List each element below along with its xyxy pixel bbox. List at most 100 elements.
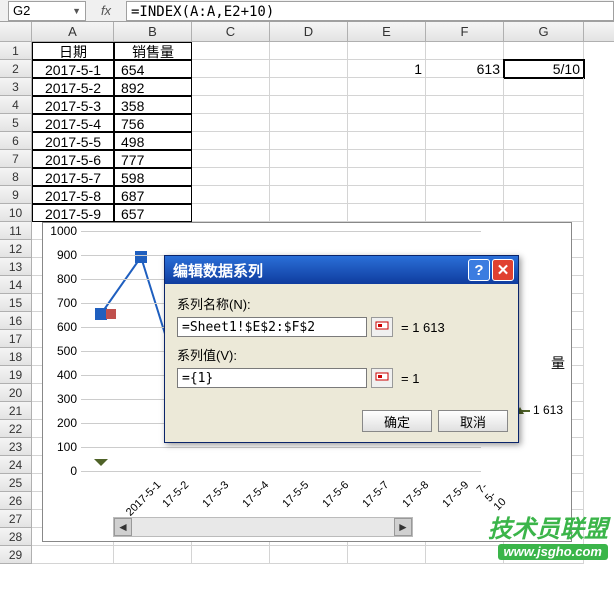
row-header[interactable]: 5 — [0, 114, 32, 132]
formula-input[interactable]: =INDEX(A:A,E2+10) — [126, 1, 614, 21]
cell-A5[interactable]: 2017-5-4 — [32, 114, 114, 132]
cell-F2[interactable]: 613 — [426, 60, 504, 78]
cell-A29[interactable] — [32, 546, 114, 564]
series-values-ref-button[interactable] — [371, 368, 393, 388]
cell-F7[interactable] — [426, 150, 504, 168]
fx-label[interactable]: fx — [86, 3, 126, 18]
chart-scrollbar[interactable]: ◄ ► — [113, 517, 413, 537]
cell-A1[interactable]: 日期 — [32, 42, 114, 60]
cell-A9[interactable]: 2017-5-8 — [32, 186, 114, 204]
dialog-help-button[interactable]: ? — [468, 259, 490, 281]
row-header[interactable]: 3 — [0, 78, 32, 96]
series-name-ref-button[interactable] — [371, 317, 393, 337]
dialog-titlebar[interactable]: 编辑数据系列 ? ✕ — [165, 256, 518, 284]
cell-G9[interactable] — [504, 186, 584, 204]
cell-F3[interactable] — [426, 78, 504, 96]
row-header[interactable]: 13 — [0, 258, 32, 276]
scroll-right-button[interactable]: ► — [394, 518, 412, 536]
row-header[interactable]: 19 — [0, 366, 32, 384]
cell-D3[interactable] — [270, 78, 348, 96]
cell-A8[interactable]: 2017-5-7 — [32, 168, 114, 186]
cell-D1[interactable] — [270, 42, 348, 60]
cell-D10[interactable] — [270, 204, 348, 222]
cell-E8[interactable] — [348, 168, 426, 186]
row-header[interactable]: 6 — [0, 132, 32, 150]
cell-B2[interactable]: 654 — [114, 60, 192, 78]
select-all-corner[interactable] — [0, 22, 32, 41]
col-header-D[interactable]: D — [270, 22, 348, 41]
cell-F10[interactable] — [426, 204, 504, 222]
cell-B4[interactable]: 358 — [114, 96, 192, 114]
row-header[interactable]: 23 — [0, 438, 32, 456]
cell-G8[interactable] — [504, 168, 584, 186]
row-header[interactable]: 26 — [0, 492, 32, 510]
cell-F8[interactable] — [426, 168, 504, 186]
col-header-C[interactable]: C — [192, 22, 270, 41]
cell-D6[interactable] — [270, 132, 348, 150]
cell-A3[interactable]: 2017-5-2 — [32, 78, 114, 96]
cell-C29[interactable] — [192, 546, 270, 564]
row-header[interactable]: 22 — [0, 420, 32, 438]
cell-F1[interactable] — [426, 42, 504, 60]
row-header[interactable]: 20 — [0, 384, 32, 402]
cell-G1[interactable] — [504, 42, 584, 60]
cell-G7[interactable] — [504, 150, 584, 168]
cell-B9[interactable]: 687 — [114, 186, 192, 204]
cell-C5[interactable] — [192, 114, 270, 132]
cell-E7[interactable] — [348, 150, 426, 168]
row-header[interactable]: 10 — [0, 204, 32, 222]
cell-B29[interactable] — [114, 546, 192, 564]
cell-D2[interactable] — [270, 60, 348, 78]
cell-D8[interactable] — [270, 168, 348, 186]
cell-A2[interactable]: 2017-5-1 — [32, 60, 114, 78]
row-header[interactable]: 28 — [0, 528, 32, 546]
series-name-input[interactable] — [177, 317, 367, 337]
cell-C9[interactable] — [192, 186, 270, 204]
cell-C6[interactable] — [192, 132, 270, 150]
row-header[interactable]: 1 — [0, 42, 32, 60]
cell-C1[interactable] — [192, 42, 270, 60]
row-header[interactable]: 8 — [0, 168, 32, 186]
cell-A7[interactable]: 2017-5-6 — [32, 150, 114, 168]
name-box[interactable]: G2 ▼ — [8, 1, 86, 21]
cell-D29[interactable] — [270, 546, 348, 564]
row-header[interactable]: 15 — [0, 294, 32, 312]
cell-B1[interactable]: 销售量 — [114, 42, 192, 60]
cell-B10[interactable]: 657 — [114, 204, 192, 222]
cell-C4[interactable] — [192, 96, 270, 114]
cell-G3[interactable] — [504, 78, 584, 96]
cell-C2[interactable] — [192, 60, 270, 78]
cell-C3[interactable] — [192, 78, 270, 96]
row-header[interactable]: 9 — [0, 186, 32, 204]
cell-E29[interactable] — [348, 546, 426, 564]
cell-C7[interactable] — [192, 150, 270, 168]
cell-B3[interactable]: 892 — [114, 78, 192, 96]
cell-D5[interactable] — [270, 114, 348, 132]
row-header[interactable]: 2 — [0, 60, 32, 78]
cell-E4[interactable] — [348, 96, 426, 114]
col-header-F[interactable]: F — [426, 22, 504, 41]
col-header-E[interactable]: E — [348, 22, 426, 41]
row-header[interactable]: 17 — [0, 330, 32, 348]
cell-E9[interactable] — [348, 186, 426, 204]
row-header[interactable]: 14 — [0, 276, 32, 294]
cell-E2[interactable]: 1 — [348, 60, 426, 78]
cell-B8[interactable]: 598 — [114, 168, 192, 186]
cell-G2[interactable]: 5/10 — [504, 60, 584, 78]
cell-A10[interactable]: 2017-5-9 — [32, 204, 114, 222]
cell-C8[interactable] — [192, 168, 270, 186]
row-header[interactable]: 7 — [0, 150, 32, 168]
cell-G4[interactable] — [504, 96, 584, 114]
cell-A6[interactable]: 2017-5-5 — [32, 132, 114, 150]
cancel-button[interactable]: 取消 — [438, 410, 508, 432]
row-header[interactable]: 21 — [0, 402, 32, 420]
cell-F6[interactable] — [426, 132, 504, 150]
name-box-dropdown-icon[interactable]: ▼ — [72, 6, 81, 16]
col-header-B[interactable]: B — [114, 22, 192, 41]
col-header-G[interactable]: G — [504, 22, 584, 41]
row-header[interactable]: 29 — [0, 546, 32, 564]
cell-F9[interactable] — [426, 186, 504, 204]
scroll-left-button[interactable]: ◄ — [114, 518, 132, 536]
cell-G5[interactable] — [504, 114, 584, 132]
cell-C10[interactable] — [192, 204, 270, 222]
